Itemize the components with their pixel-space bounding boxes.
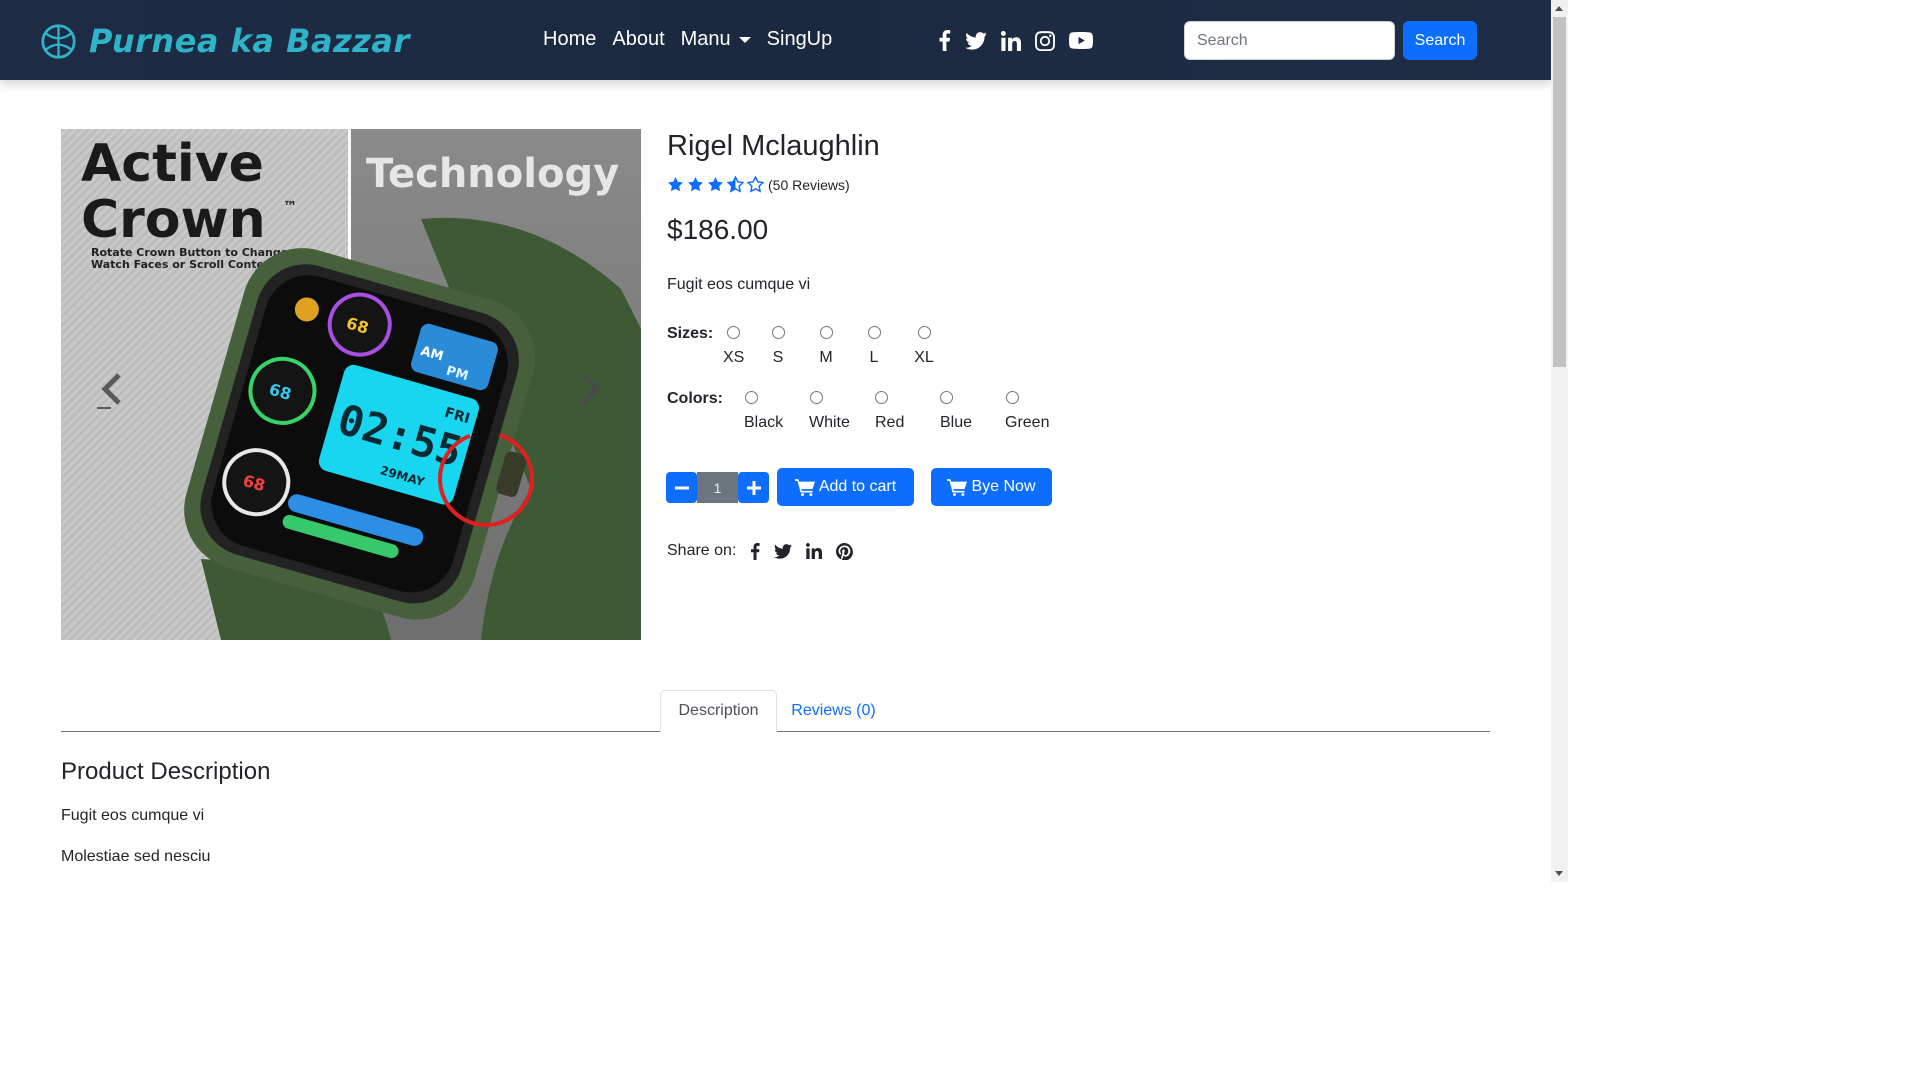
size-option-s[interactable]: S <box>768 326 788 367</box>
size-radio[interactable] <box>867 326 881 339</box>
share-row: Share on: <box>667 542 854 560</box>
plus-icon <box>746 480 761 495</box>
nav-about[interactable]: About <box>612 28 664 51</box>
color-label: Blue <box>940 414 973 431</box>
page: Purnea ka Bazzar Home About Manu SingUp … <box>0 0 1568 882</box>
nav-links: Home About Manu SingUp <box>543 28 832 51</box>
nav-manu-dropdown[interactable]: Manu <box>681 28 751 51</box>
description-heading: Product Description <box>61 758 271 785</box>
color-option-white[interactable]: White <box>809 391 853 432</box>
star-full-icon <box>668 177 683 192</box>
linkedin-icon[interactable] <box>806 543 823 559</box>
color-label: Black <box>744 414 784 431</box>
size-label: L <box>869 349 879 366</box>
size-label: XS <box>723 349 745 366</box>
color-label: Red <box>875 414 905 431</box>
nav-home[interactable]: Home <box>543 28 596 51</box>
size-radio[interactable] <box>819 326 833 339</box>
search-input[interactable] <box>1184 21 1395 60</box>
star-full-icon <box>688 177 703 192</box>
color-radio[interactable] <box>940 391 953 404</box>
size-label: S <box>772 349 784 366</box>
navbar: Purnea ka Bazzar Home About Manu SingUp … <box>0 0 1551 80</box>
twitter-icon[interactable] <box>965 31 987 50</box>
color-radio[interactable] <box>875 391 888 404</box>
star-half-icon <box>727 176 744 193</box>
search-button[interactable]: Search <box>1403 21 1477 60</box>
size-option-xs[interactable]: XS <box>723 326 745 367</box>
nav-signup[interactable]: SingUp <box>767 28 833 51</box>
size-option-m[interactable]: M <box>816 326 836 367</box>
size-radio[interactable] <box>726 326 740 339</box>
color-option-green[interactable]: Green <box>1005 391 1051 432</box>
sizes-label: Sizes: <box>667 325 714 342</box>
size-radio[interactable] <box>771 326 785 339</box>
facebook-icon[interactable] <box>750 542 761 560</box>
cart-icon <box>947 478 968 496</box>
star-empty-icon <box>747 176 764 193</box>
color-option-red[interactable]: Red <box>875 391 905 432</box>
size-label: M <box>819 349 833 366</box>
carousel-prev-icon[interactable] <box>81 359 141 419</box>
youtube-icon[interactable] <box>1069 32 1093 49</box>
quantity-input[interactable] <box>697 472 738 503</box>
buy-now-button[interactable]: Bye Now <box>931 468 1052 506</box>
quantity-decrease-button[interactable] <box>666 472 697 503</box>
product-image-carousel: Active Crown ™ Rotate Crown Button to Ch… <box>61 129 641 640</box>
product-title: Rigel Mclaughlin <box>667 130 880 162</box>
minus-icon <box>674 486 689 489</box>
product-rating: (50 Reviews) <box>667 176 850 193</box>
image-headline-1: Active <box>81 134 264 194</box>
product-image: Active Crown ™ Rotate Crown Button to Ch… <box>61 129 641 640</box>
reviews-count[interactable]: (50 Reviews) <box>768 177 850 193</box>
image-subtext-2: Watch Faces or Scroll Content <box>91 258 277 271</box>
size-label: XL <box>914 349 934 366</box>
add-to-cart-label: Add to cart <box>818 478 897 495</box>
brand[interactable]: Purnea ka Bazzar <box>40 22 410 60</box>
quantity-stepper <box>666 472 769 503</box>
image-trademark: ™ <box>283 199 297 215</box>
pinterest-icon[interactable] <box>836 542 854 560</box>
twitter-icon[interactable] <box>774 543 793 559</box>
instagram-icon[interactable] <box>1035 30 1055 51</box>
tab-description[interactable]: Description <box>660 690 777 732</box>
buy-now-label: Bye Now <box>971 478 1036 495</box>
color-label: White <box>809 414 850 431</box>
star-full-icon <box>708 177 723 192</box>
quantity-increase-button[interactable] <box>738 472 769 503</box>
scroll-down-arrow-icon[interactable] <box>1555 871 1563 876</box>
scrollbar-thumb[interactable] <box>1553 17 1566 367</box>
color-option-blue[interactable]: Blue <box>940 391 974 432</box>
color-radio[interactable] <box>745 391 758 404</box>
size-option-xl[interactable]: XL <box>912 326 936 367</box>
add-to-cart-button[interactable]: Add to cart <box>777 468 914 506</box>
basketball-icon <box>41 23 76 59</box>
color-radio[interactable] <box>1006 391 1019 404</box>
tab-reviews[interactable]: Reviews (0) <box>778 690 889 732</box>
cart-icon <box>794 478 815 496</box>
brand-name: Purnea ka Bazzar <box>89 22 410 60</box>
description-paragraph: Molestiae sed nesciu <box>61 848 211 865</box>
share-label: Share on: <box>667 542 737 559</box>
color-option-black[interactable]: Black <box>744 391 784 432</box>
product-price: $186.00 <box>667 214 769 245</box>
facebook-icon[interactable] <box>938 30 951 51</box>
chevron-down-icon <box>738 36 751 43</box>
size-option-l[interactable]: L <box>864 326 884 367</box>
image-headline-right: Technology <box>366 151 619 197</box>
scroll-up-arrow-icon[interactable] <box>1555 6 1563 11</box>
color-label: Green <box>1005 414 1050 431</box>
social-links <box>938 30 1093 51</box>
colors-label: Colors: <box>667 390 723 407</box>
size-radio[interactable] <box>917 326 931 339</box>
linkedin-icon[interactable] <box>1001 30 1021 51</box>
color-radio[interactable] <box>810 391 823 404</box>
description-paragraph: Fugit eos cumque vi <box>61 807 205 824</box>
carousel-next-icon[interactable] <box>561 359 621 419</box>
image-headline-2: Crown <box>81 190 266 250</box>
product-short-description: Fugit eos cumque vi <box>667 276 811 293</box>
nav-manu-label: Manu <box>680 28 731 50</box>
vertical-scrollbar[interactable] <box>1551 0 1568 882</box>
